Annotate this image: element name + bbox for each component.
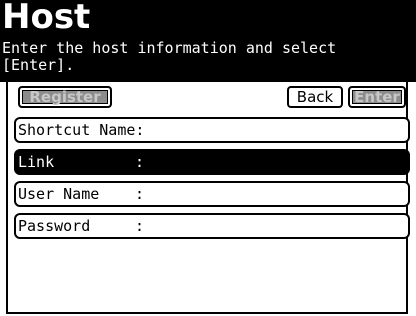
page-title: Host <box>2 0 91 37</box>
header-bar: Host Enter the host information and sele… <box>0 0 416 82</box>
link-field[interactable]: Link : <box>14 149 410 175</box>
shortcut-name-label: Shortcut Name: <box>18 121 145 139</box>
link-separator: : <box>135 153 145 171</box>
link-label: Link <box>18 153 55 171</box>
shortcut-name-field[interactable]: Shortcut Name: <box>14 117 410 143</box>
register-button[interactable]: Register <box>18 86 112 108</box>
password-field[interactable]: Password : <box>14 213 410 239</box>
user-name-label: User Name <box>18 185 100 203</box>
password-label: Password <box>18 217 91 235</box>
password-separator: : <box>135 217 145 235</box>
back-button[interactable]: Back <box>287 86 343 108</box>
enter-button[interactable]: Enter <box>348 86 406 108</box>
instruction-text: Enter the host information and select [E… <box>2 39 337 74</box>
user-name-separator: : <box>135 185 145 203</box>
user-name-field[interactable]: User Name : <box>14 181 410 207</box>
